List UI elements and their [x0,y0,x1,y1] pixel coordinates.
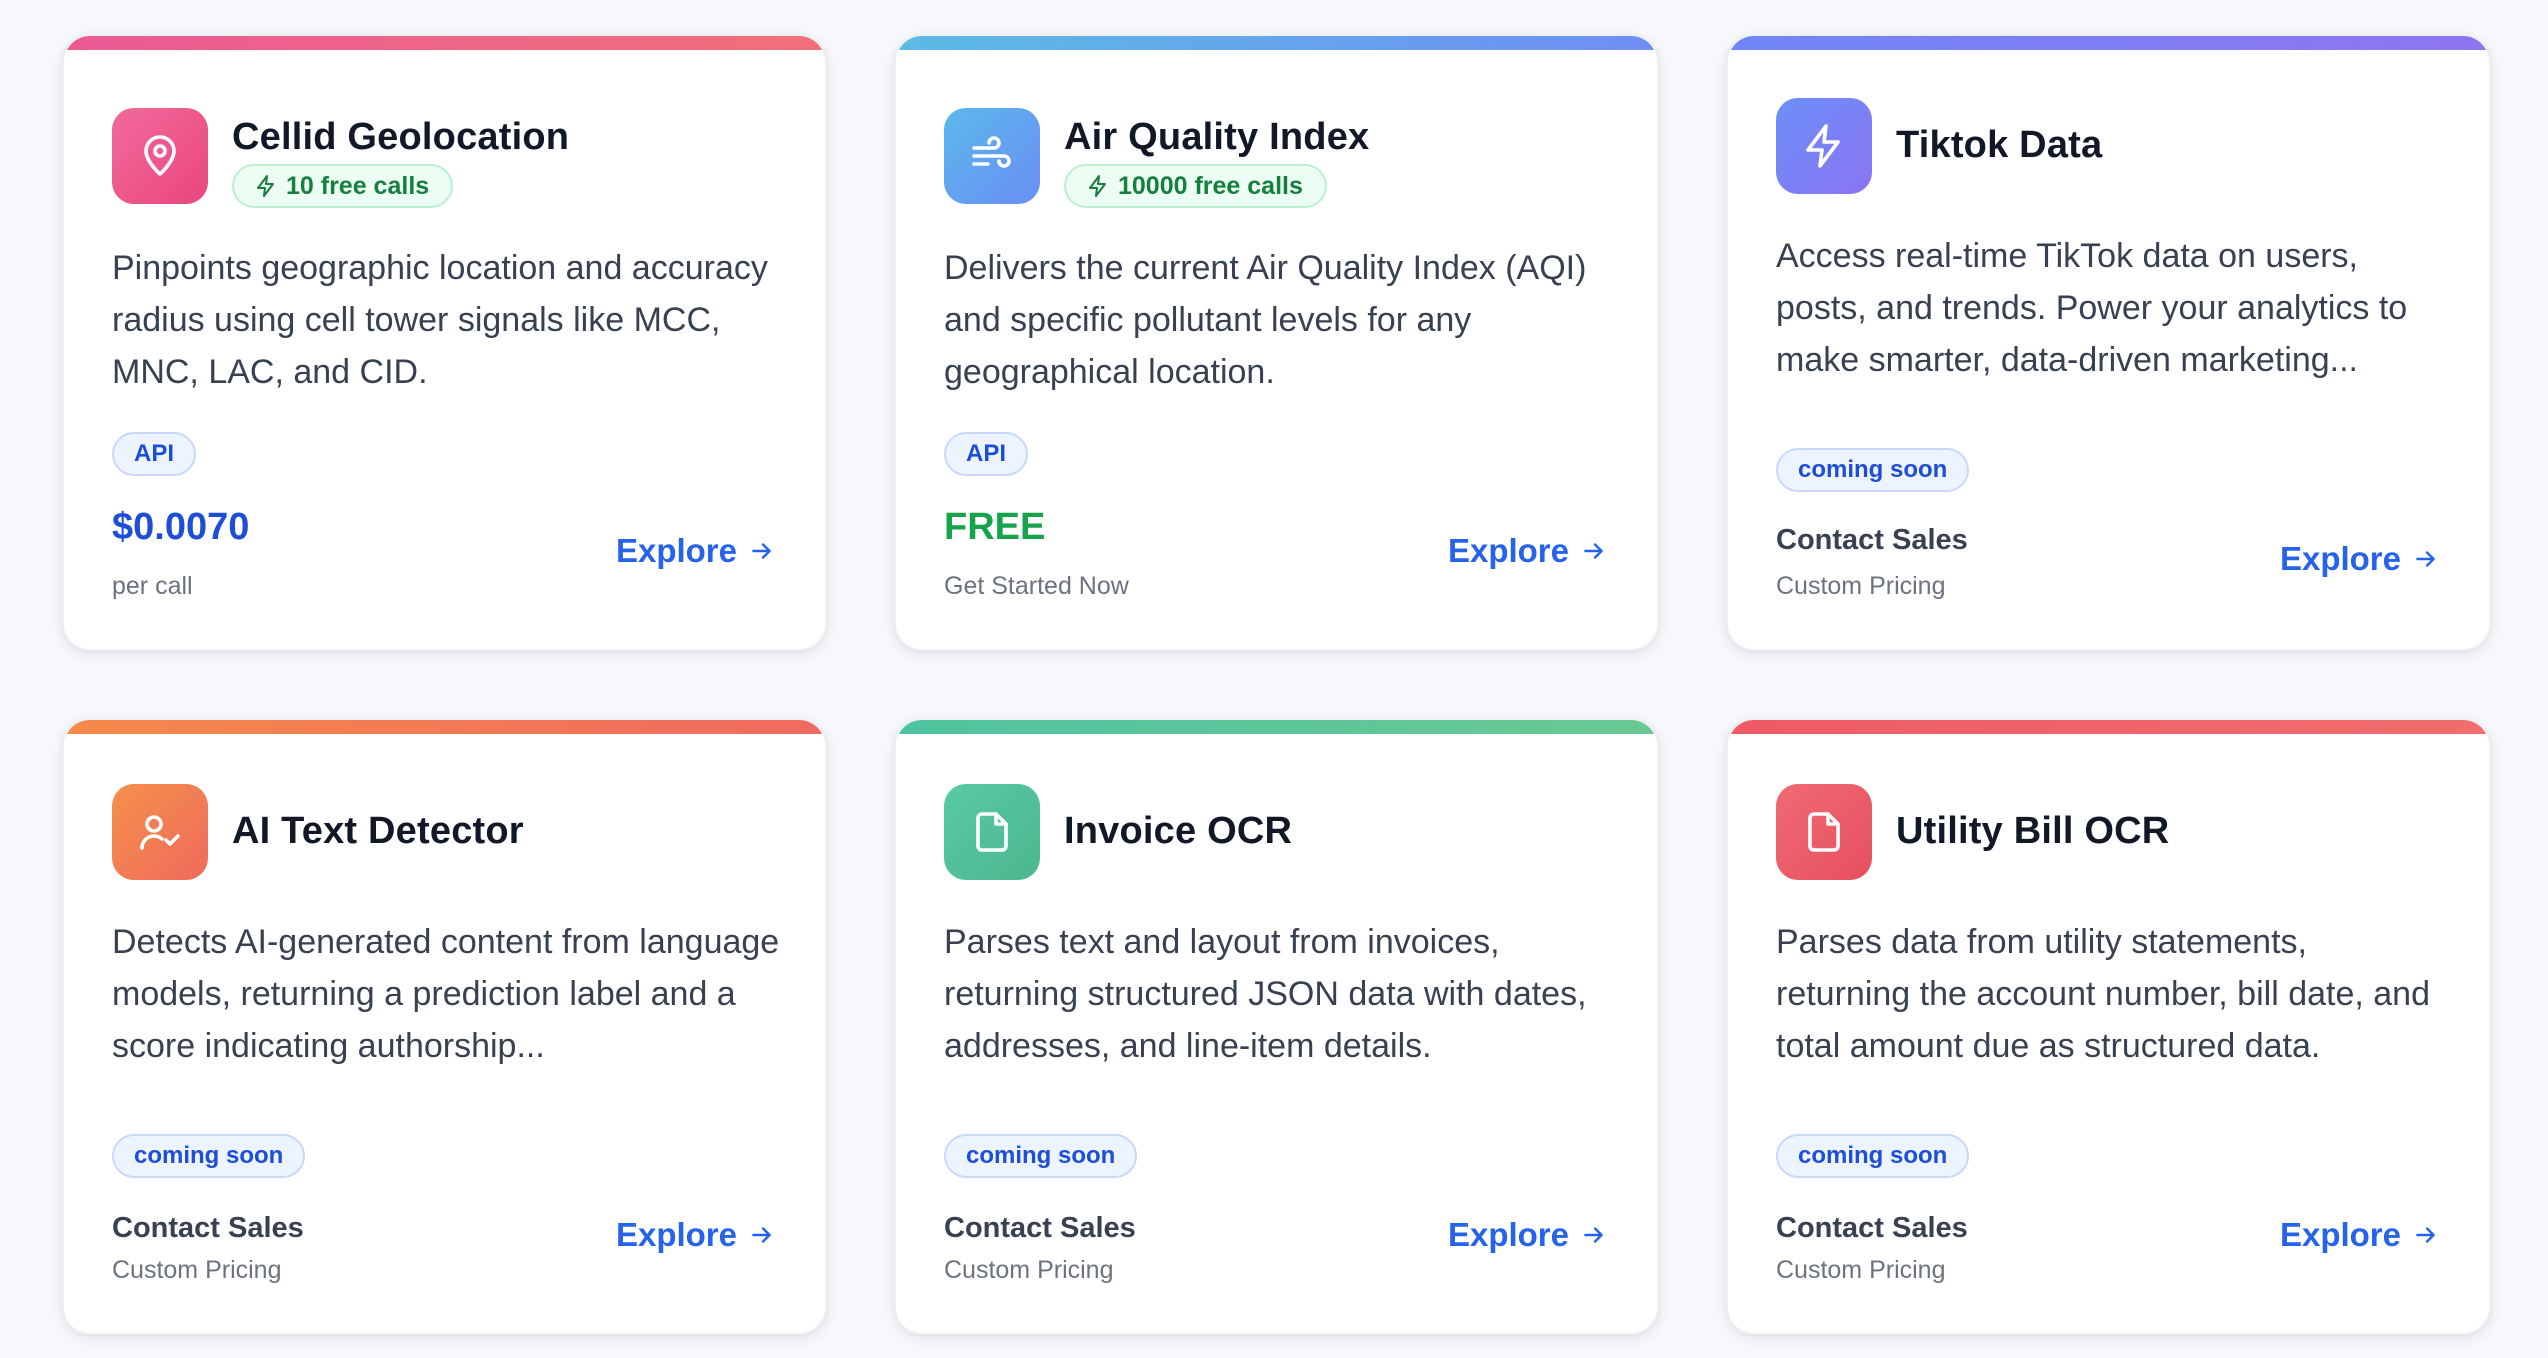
free-calls-badge: 10 free calls [232,164,454,208]
arrow-right-icon [752,1227,771,1243]
arrow-right-icon [1584,543,1603,559]
lightning-icon [1089,175,1106,197]
explore-link[interactable]: Explore [616,532,775,570]
card-description: Parses text and layout from invoices, re… [944,923,1587,1065]
price-subtext: Custom Pricing [1776,572,1946,600]
lightning-icon [1776,98,1872,194]
card-header: Tiktok Data [1776,98,2449,198]
status-tag: coming soon [1776,448,1970,492]
price-value: Contact Sales [944,1212,1136,1244]
card-title: Tiktok Data [1896,124,2103,166]
explore-label: Explore [2279,540,2401,577]
api-card-air-quality-index[interactable]: Air Quality Index 10000 free calls Deliv… [894,34,1659,651]
explore-label: Explore [615,532,737,569]
card-description: Delivers the current Air Quality Index (… [944,249,1587,391]
arrow-right-icon [2416,1227,2435,1243]
card-description: Parses data from utility statements, ret… [1776,923,2430,1065]
arrow-right-icon [1584,1227,1603,1243]
card-description: Detects AI-generated content from langua… [112,923,780,1065]
explore-link[interactable]: Explore [2280,1216,2439,1254]
card-description: Access real-time TikTok data on users, p… [1776,237,2408,379]
free-calls-badge: 10000 free calls [1064,164,1327,208]
free-calls-label: 10000 free calls [1118,171,1303,200]
card-accent-bar [64,720,825,734]
price-subtext: Custom Pricing [944,1256,1114,1284]
card-title: Invoice OCR [1064,810,1293,852]
document-icon [1776,784,1872,880]
api-card-utility-bill-ocr[interactable]: Utility Bill OCR Parses data from utilit… [1726,718,2491,1335]
price-value: Contact Sales [1776,524,1968,556]
card-header: Utility Bill OCR [1776,784,2449,884]
card-accent-bar [896,36,1657,50]
arrow-right-icon [752,543,771,559]
api-card-invoice-ocr[interactable]: Invoice OCR Parses text and layout from … [894,718,1659,1335]
document-icon [944,784,1040,880]
api-card-ai-text-detector[interactable]: AI Text Detector Detects AI-generated co… [62,718,827,1335]
api-card-cellid-geolocation[interactable]: Cellid Geolocation 10 free calls Pinpoin… [62,34,827,651]
card-title: Utility Bill OCR [1896,810,2170,852]
card-header: Invoice OCR [944,784,1617,884]
card-header: Air Quality Index 10000 free calls [944,108,1617,208]
status-tag: coming soon [944,1134,1138,1178]
price-value: Contact Sales [112,1212,304,1244]
card-title: Air Quality Index [1064,116,1370,158]
api-card-grid: Cellid Geolocation 10 free calls Pinpoin… [0,0,2548,1358]
location-pin-icon [112,108,208,204]
status-tag: coming soon [112,1134,306,1178]
card-accent-bar [896,720,1657,734]
type-tag: API [112,432,197,476]
lightning-icon [257,175,274,197]
user-check-icon [112,784,208,880]
card-accent-bar [1728,36,2489,50]
card-accent-bar [1728,720,2489,734]
explore-link[interactable]: Explore [1448,532,1607,570]
arrow-right-icon [2416,551,2435,567]
free-calls-label: 10 free calls [286,171,430,200]
card-accent-bar [64,36,825,50]
wind-icon [944,108,1040,204]
explore-label: Explore [615,1216,737,1253]
card-title: Cellid Geolocation [232,116,570,158]
price-subtext: Get Started Now [944,572,1129,600]
price-subtext: Custom Pricing [112,1256,282,1284]
explore-label: Explore [1447,1216,1569,1253]
price-subtext: Custom Pricing [1776,1256,1946,1284]
explore-link[interactable]: Explore [2280,540,2439,578]
price-value: Contact Sales [1776,1212,1968,1244]
price-value: $0.0070 [112,506,250,548]
status-tag: coming soon [1776,1134,1970,1178]
explore-label: Explore [2279,1216,2401,1253]
api-card-tiktok-data[interactable]: Tiktok Data Access real-time TikTok data… [1726,34,2491,651]
explore-label: Explore [1447,532,1569,569]
explore-link[interactable]: Explore [1448,1216,1607,1254]
type-tag: API [944,432,1029,476]
card-header: Cellid Geolocation 10 free calls [112,108,785,208]
card-description: Pinpoints geographic location and accura… [112,249,768,391]
price-subtext: per call [112,572,193,600]
explore-link[interactable]: Explore [616,1216,775,1254]
card-header: AI Text Detector [112,784,785,884]
card-title: AI Text Detector [232,810,524,852]
price-value: FREE [944,506,1046,548]
